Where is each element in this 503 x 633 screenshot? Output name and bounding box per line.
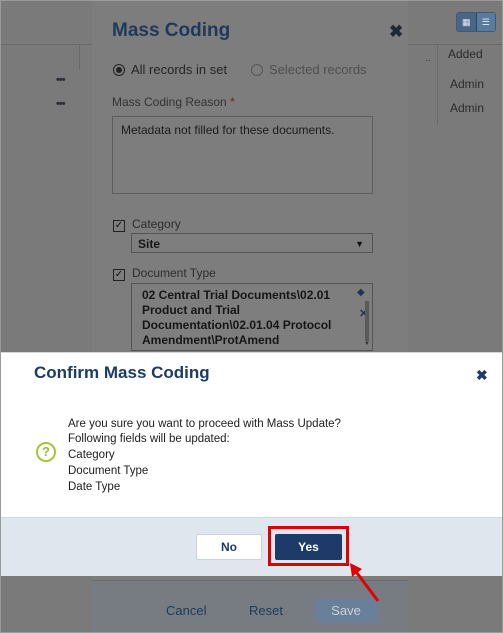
document-type-label: Document Type xyxy=(132,266,216,280)
cancel-button[interactable]: Cancel xyxy=(166,603,206,618)
confirm-dialog-title: Confirm Mass Coding xyxy=(34,363,210,382)
grid-view-icon[interactable]: ▦ xyxy=(457,13,476,31)
cell-added-by: Admin xyxy=(450,77,485,91)
column-header-added[interactable]: Added xyxy=(448,47,483,61)
column-separator xyxy=(437,45,438,125)
reason-label: Mass Coding Reason * xyxy=(112,95,235,109)
document-type-field[interactable]: 02 Central Trial Documents\02.01 Product… xyxy=(131,283,373,351)
radio-all-records[interactable] xyxy=(113,64,125,76)
confirm-message: Following fields will be updated: xyxy=(68,433,230,445)
column-ellipsis: .. xyxy=(425,53,431,64)
radio-selected-records-label[interactable]: Selected records xyxy=(269,62,367,77)
view-toggle[interactable]: ▦ ☰ xyxy=(456,12,496,32)
help-icon: ? xyxy=(36,442,56,462)
reset-button[interactable]: Reset xyxy=(249,603,283,618)
category-label: Category xyxy=(132,217,181,231)
category-select[interactable]: Site ▼ xyxy=(131,233,373,253)
mass-coding-title: Mass Coding xyxy=(112,20,231,41)
close-icon[interactable]: ✖ xyxy=(476,367,488,384)
yes-button[interactable]: Yes xyxy=(275,534,342,560)
column-separator xyxy=(79,45,80,70)
field-name: Category xyxy=(68,449,115,461)
list-view-icon[interactable]: ☰ xyxy=(475,13,495,31)
field-name: Document Type xyxy=(68,465,149,477)
cell-added-by: Admin xyxy=(450,101,485,115)
row-menu-icon[interactable]: ••• xyxy=(56,98,70,110)
confirm-message: Are you sure you want to proceed with Ma… xyxy=(68,418,341,430)
radio-selected-records[interactable] xyxy=(251,64,263,76)
close-icon[interactable]: ✖ xyxy=(389,22,403,42)
category-select-value: Site xyxy=(138,237,161,251)
reason-label-text: Mass Coding Reason xyxy=(112,95,227,109)
required-marker: * xyxy=(230,95,235,109)
scroll-down-icon[interactable]: ▼ xyxy=(364,341,370,347)
row-menu-icon[interactable]: ••• xyxy=(56,74,70,86)
chevron-down-icon: ▼ xyxy=(355,239,364,249)
document-type-value: 02 Central Trial Documents\02.01 Product… xyxy=(142,288,332,347)
reason-textarea[interactable]: Metadata not filled for these documents. xyxy=(112,116,373,194)
field-name: Date Type xyxy=(68,481,121,493)
tag-icon[interactable]: ◆ xyxy=(357,287,365,298)
no-button[interactable]: No xyxy=(196,534,262,560)
document-type-checkbox[interactable]: ✓ xyxy=(113,269,125,281)
screenshot-frame: ••• ••• .. Added Admin Admin ▦ ☰ Mass Co… xyxy=(0,0,503,633)
category-checkbox[interactable]: ✓ xyxy=(113,220,125,232)
annotation-arrow-icon xyxy=(350,563,380,602)
radio-all-records-label[interactable]: All records in set xyxy=(131,62,227,77)
scrollbar[interactable] xyxy=(365,301,369,341)
